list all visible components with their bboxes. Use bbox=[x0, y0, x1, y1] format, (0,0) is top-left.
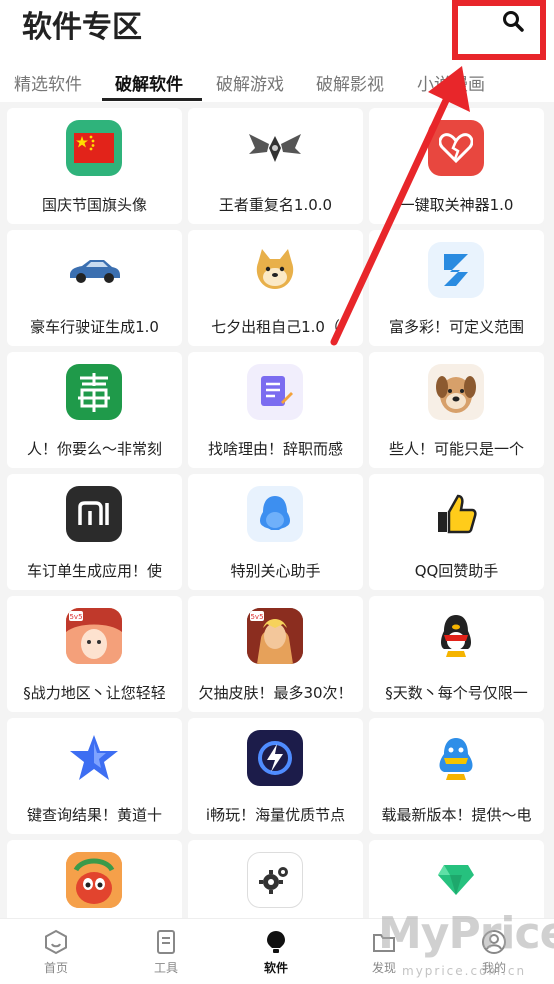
app-label: 富多彩！可定义范围 bbox=[388, 318, 524, 336]
nav-tools-label: 工具 bbox=[153, 961, 178, 975]
app-label: 车订单生成应用！使 bbox=[26, 562, 162, 580]
game-hero-icon: 5v5 bbox=[247, 608, 303, 664]
tab-cracked-software[interactable]: 破解软件 bbox=[115, 70, 183, 95]
bookmark-doc-icon bbox=[157, 930, 175, 954]
app-card[interactable]: 豪车行驶证生成1.0 bbox=[7, 230, 182, 346]
app-card[interactable]: 富多彩！可定义范围 bbox=[369, 230, 544, 346]
app-card[interactable] bbox=[369, 840, 544, 918]
active-tab-indicator bbox=[102, 98, 202, 101]
nav-software-label: 软件 bbox=[263, 961, 288, 975]
tab-cracked-games[interactable]: 破解游戏 bbox=[216, 70, 284, 95]
poison-character-icon bbox=[66, 364, 122, 420]
app-card[interactable]: i畅玩！海量优质节点 bbox=[188, 718, 363, 834]
sports-car-icon bbox=[66, 242, 122, 298]
nav-software[interactable]: 软件 bbox=[246, 919, 306, 984]
tab-featured[interactable]: 精选软件 bbox=[14, 70, 82, 95]
app-card[interactable]: 载最新版本！提供～电 bbox=[369, 718, 544, 834]
app-grid: 国庆节国旗头像 王者重复名1.0.0 一键取关神器1.0 豪车行驶证生成1.0 … bbox=[0, 104, 554, 918]
page-title: 软件专区 bbox=[22, 10, 142, 45]
app-card[interactable]: 人！你要么～非常刻 bbox=[7, 352, 182, 468]
app-card[interactable]: 王者重复名1.0.0 bbox=[188, 108, 363, 224]
lightning-vpn-icon bbox=[247, 730, 303, 786]
tab-novels-comics[interactable]: 小说漫画 bbox=[417, 70, 485, 95]
category-tabs: 精选软件 破解软件 破解游戏 破解影视 小说漫画 bbox=[0, 58, 554, 102]
app-label: 豪车行驶证生成1.0 bbox=[30, 318, 159, 336]
dog-photo-icon bbox=[428, 364, 484, 420]
app-label: 载最新版本！提供～电 bbox=[381, 806, 532, 824]
annotation-highlight-box bbox=[452, 0, 546, 60]
note-pen-icon bbox=[247, 364, 303, 420]
app-label: QQ回赞助手 bbox=[414, 562, 499, 580]
gear-icon bbox=[247, 852, 303, 908]
watermark-site: myprice.com.cn bbox=[402, 964, 527, 978]
shiba-dog-icon bbox=[247, 242, 303, 298]
nav-home-label: 首页 bbox=[43, 961, 68, 975]
wings-logo-icon bbox=[247, 120, 303, 176]
thumbs-up-icon bbox=[428, 486, 484, 542]
nav-tools[interactable]: 工具 bbox=[136, 919, 196, 984]
app-label: 一键取关神器1.0 bbox=[399, 196, 514, 214]
qq-penguin-red-scarf-icon bbox=[428, 608, 484, 664]
qq-penguin-blue-icon bbox=[428, 730, 484, 786]
app-label: 王者重复名1.0.0 bbox=[218, 196, 333, 214]
broken-heart-icon bbox=[428, 120, 484, 176]
app-card[interactable]: 一键取关神器1.0 bbox=[369, 108, 544, 224]
app-label: §战力地区丶让您轻轻 bbox=[23, 684, 166, 702]
app-card[interactable] bbox=[7, 840, 182, 918]
app-card[interactable]: 国庆节国旗头像 bbox=[7, 108, 182, 224]
app-label: 键查询结果！黄道十 bbox=[26, 806, 162, 824]
svg-text:5v5: 5v5 bbox=[69, 613, 82, 621]
app-card[interactable] bbox=[188, 840, 363, 918]
diamond-icon bbox=[428, 852, 484, 908]
app-card[interactable]: QQ回赞助手 bbox=[369, 474, 544, 590]
home-hexagon-icon bbox=[45, 929, 67, 955]
star-icon bbox=[66, 730, 122, 786]
app-card[interactable]: 5v5 欠抽皮肤！最多30次！ bbox=[188, 596, 363, 712]
app-card[interactable]: 键查询结果！黄道十 bbox=[7, 718, 182, 834]
app-label: 欠抽皮肤！最多30次！ bbox=[198, 684, 353, 702]
app-label: §天数丶每个号仅限一 bbox=[385, 684, 528, 702]
svg-text:5v5: 5v5 bbox=[250, 613, 263, 621]
app-label: 人！你要么～非常刻 bbox=[26, 440, 162, 458]
game-character-icon bbox=[66, 852, 122, 908]
app-label: 七夕出租自己1.0（ bbox=[211, 318, 340, 336]
app-card[interactable]: 特别关心助手 bbox=[188, 474, 363, 590]
blue-penguin-icon bbox=[247, 486, 303, 542]
tab-cracked-video[interactable]: 破解影视 bbox=[316, 70, 384, 95]
nav-home[interactable]: 首页 bbox=[26, 919, 86, 984]
app-card[interactable]: §天数丶每个号仅限一 bbox=[369, 596, 544, 712]
app-label: 特别关心助手 bbox=[230, 562, 321, 580]
app-label: 找啥理由！辞职而感 bbox=[207, 440, 343, 458]
mi-logo-icon bbox=[66, 486, 122, 542]
app-card[interactable]: 找啥理由！辞职而感 bbox=[188, 352, 363, 468]
app-card[interactable]: 些人！可能只是一个 bbox=[369, 352, 544, 468]
app-card[interactable]: 5v5 §战力地区丶让您轻轻 bbox=[7, 596, 182, 712]
app-label: 国庆节国旗头像 bbox=[41, 196, 147, 214]
china-flag-icon bbox=[66, 120, 122, 176]
game-heroine-icon: 5v5 bbox=[66, 608, 122, 664]
app-card[interactable]: 车订单生成应用！使 bbox=[7, 474, 182, 590]
watermark-brand: MyPrice bbox=[378, 908, 554, 959]
bulb-icon bbox=[267, 931, 285, 953]
blue-z-icon bbox=[428, 242, 484, 298]
app-label: 些人！可能只是一个 bbox=[388, 440, 524, 458]
app-card[interactable]: 七夕出租自己1.0（ bbox=[188, 230, 363, 346]
app-label: i畅玩！海量优质节点 bbox=[205, 806, 346, 824]
